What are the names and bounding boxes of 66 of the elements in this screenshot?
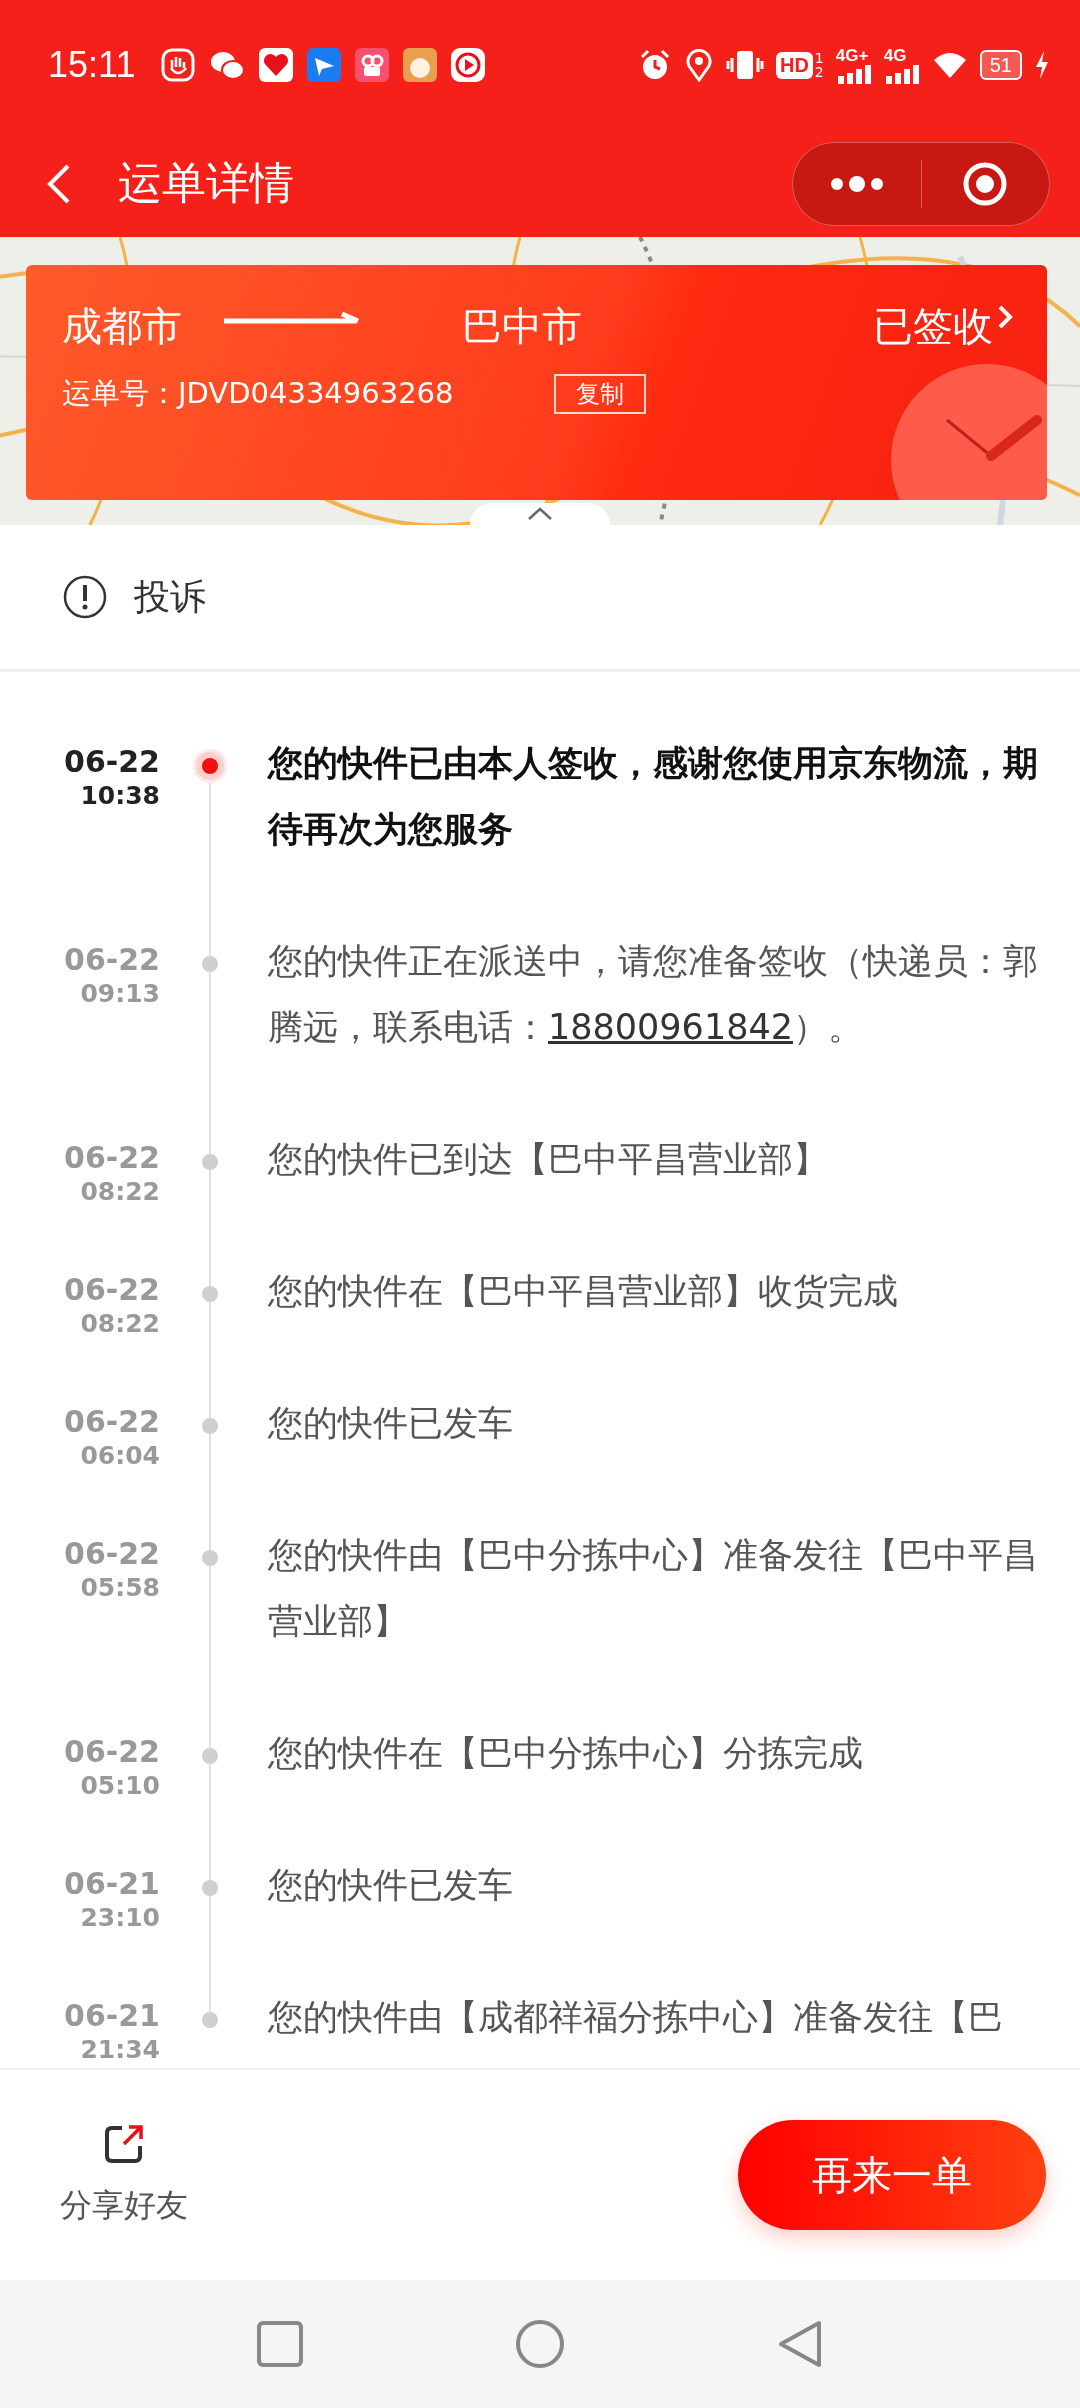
network-type: 4G bbox=[883, 46, 907, 64]
copy-button[interactable]: 复制 bbox=[553, 374, 646, 414]
event-description: 您的快件在【巴中分拣中心】分拣完成 bbox=[267, 1732, 864, 1775]
event-date: 06-22 bbox=[64, 1536, 160, 1572]
reorder-button[interactable]: 再来一单 bbox=[738, 2120, 1046, 2230]
app-icon bbox=[259, 48, 294, 82]
event-time: 06:04 bbox=[80, 1440, 160, 1472]
event-date: 06-22 bbox=[64, 1734, 160, 1770]
page-title: 运单详情 bbox=[118, 156, 294, 210]
sim-slot-number: 2 bbox=[814, 65, 824, 79]
event-date: 06-21 bbox=[64, 1998, 160, 2034]
event-date: 06-21 bbox=[64, 1866, 160, 1902]
event-date: 06-22 bbox=[64, 1404, 160, 1440]
status-link[interactable]: 已签收 bbox=[873, 299, 993, 354]
signal-icon bbox=[883, 63, 920, 84]
event-time: 05:58 bbox=[80, 1572, 160, 1604]
event-description: 您的快件正在派送中，请您准备签收（快递员：郭腾远，联系电话：18800961842）。 bbox=[267, 940, 1039, 1049]
wifi-icon bbox=[931, 50, 968, 80]
event-description: 您的快件由【巴中分拣中心】准备发往【巴中平昌营业部】 bbox=[267, 1534, 1039, 1643]
event-time: 10:38 bbox=[80, 780, 160, 812]
network-type: 4G+ bbox=[835, 46, 869, 64]
charging-icon bbox=[1034, 50, 1050, 80]
destination-city: 巴中市 bbox=[462, 302, 582, 351]
alert-icon bbox=[62, 574, 108, 620]
event-date: 06-22 bbox=[64, 942, 160, 978]
signal-icon bbox=[835, 63, 872, 84]
event-time: 09:13 bbox=[80, 978, 160, 1010]
chevron-up-icon bbox=[527, 507, 553, 521]
hd-indicator: HD bbox=[775, 51, 813, 79]
event-time: 21:34 bbox=[80, 2034, 160, 2066]
origin-city: 成都市 bbox=[62, 302, 182, 351]
event-date: 06-22 bbox=[64, 1140, 160, 1176]
complaint-label: 投诉 bbox=[134, 574, 206, 619]
event-description: 您的快件在【巴中平昌营业部】收货完成 bbox=[267, 1270, 899, 1313]
event-date: 06-22 bbox=[64, 744, 160, 780]
app-icon bbox=[355, 48, 390, 82]
hand-icon bbox=[161, 48, 196, 82]
event-description: 您的快件已到达【巴中平昌营业部】 bbox=[267, 1138, 829, 1181]
play-icon bbox=[451, 48, 486, 82]
app-icon bbox=[403, 48, 438, 82]
target-icon bbox=[962, 160, 1009, 207]
event-description: 您的快件已由本人签收，感谢您使用京东物流，期待再次为您服务 bbox=[266, 742, 1039, 851]
share-icon bbox=[102, 2122, 146, 2166]
battery-level: 51 bbox=[979, 50, 1022, 80]
event-time: 05:10 bbox=[80, 1770, 160, 1802]
share-label: 分享好友 bbox=[60, 2185, 188, 2226]
event-time: 08:22 bbox=[80, 1308, 160, 1340]
sim-slot-number: 1 bbox=[814, 51, 824, 65]
collapse-tab[interactable] bbox=[470, 503, 610, 525]
phone-link[interactable]: 18800961842 bbox=[548, 1007, 793, 1047]
vibrate-icon bbox=[725, 48, 764, 82]
app-icon bbox=[307, 48, 342, 82]
clock-time: 15:11 bbox=[48, 44, 136, 86]
share-button[interactable]: 分享好友 bbox=[60, 2122, 188, 2228]
event-description: 您的快件已发车 bbox=[267, 1864, 514, 1907]
event-time: 08:22 bbox=[80, 1176, 160, 1208]
recents-button[interactable] bbox=[255, 2319, 305, 2369]
event-description: 您的快件已发车 bbox=[267, 1402, 514, 1445]
location-icon bbox=[683, 48, 714, 82]
chevron-right-icon bbox=[997, 303, 1013, 330]
complaint-row[interactable]: 投诉 bbox=[0, 525, 1080, 672]
event-description: 您的快件由【成都祥福分拣中心】准备发往【巴 bbox=[267, 1996, 1004, 2039]
waybill-number: 运单号：JDVD04334963268 bbox=[62, 375, 454, 412]
event-date: 06-22 bbox=[64, 1272, 160, 1308]
home-button[interactable] bbox=[515, 2319, 565, 2369]
event-time: 23:10 bbox=[80, 1902, 160, 1934]
